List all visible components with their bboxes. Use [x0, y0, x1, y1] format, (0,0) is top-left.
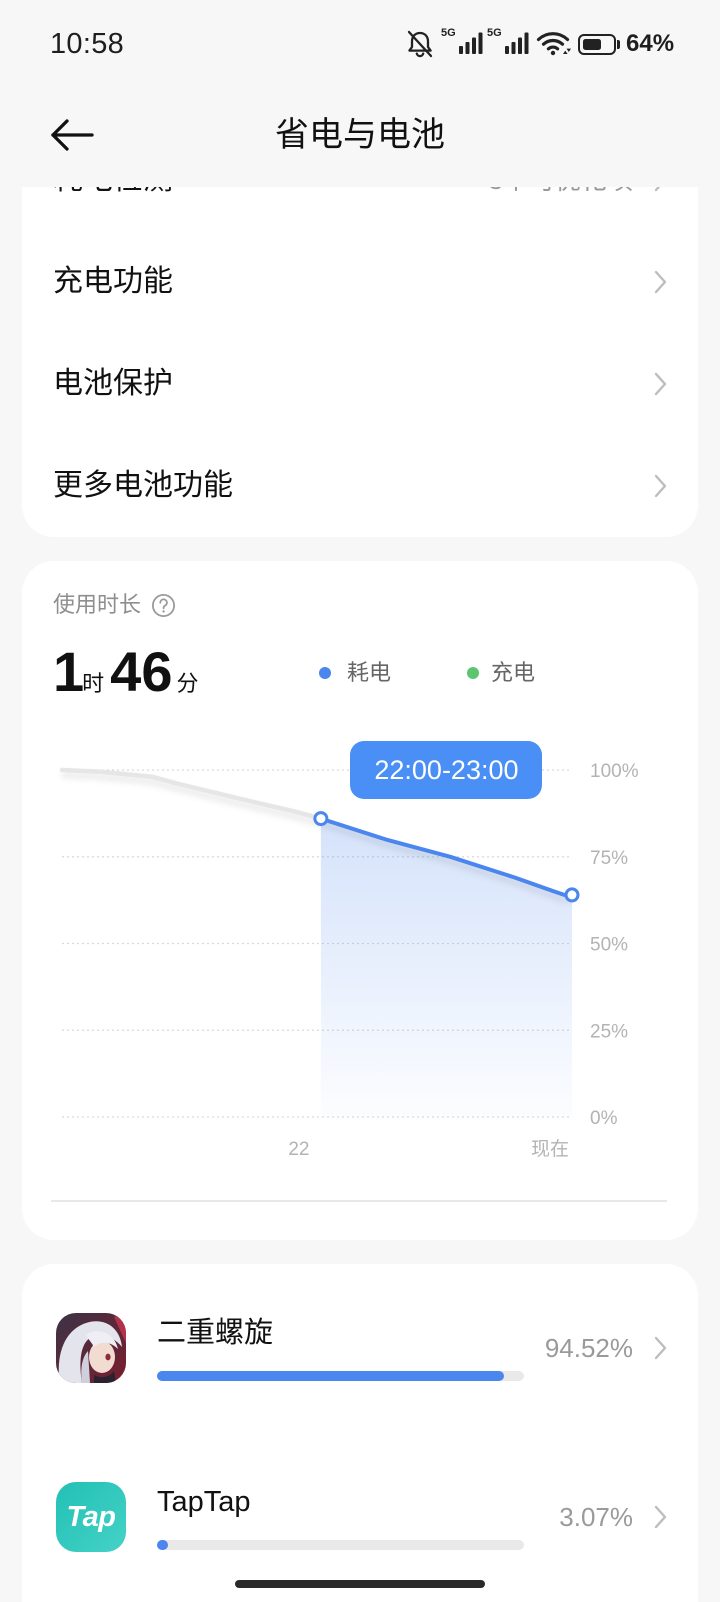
legend-label-consumption: 耗电 [347, 660, 392, 685]
app-usage-percent: 3.07% [559, 1502, 633, 1532]
signal-icon: 5G [487, 27, 531, 57]
battery-nub [617, 40, 620, 49]
settings-item-more-battery[interactable]: 更多电池功能 [22, 435, 698, 537]
battery-percent: 64% [626, 30, 675, 57]
app-usage-item[interactable]: Tap TapTap 3.07% [22, 1433, 698, 1602]
chevron-right-icon [654, 270, 667, 294]
top-bar: 10:58 5G 5G 64% 省电与电池 [0, 0, 720, 187]
app-usage-item[interactable]: 二重螺旋 94.52% [22, 1264, 698, 1433]
duration-hours: 1 [53, 640, 85, 703]
settings-item-label: 电池保护 [53, 367, 173, 400]
battery-level-fill [582, 38, 601, 51]
current-level-point [564, 887, 580, 903]
battery-icon [578, 34, 616, 55]
app-usage-percent: 94.52% [544, 1333, 633, 1363]
y-tick-label: 0% [590, 1108, 618, 1129]
usage-duration-label: 使用时长 [53, 592, 142, 617]
usage-progress-fill [157, 1371, 504, 1381]
y-tick-label: 50% [590, 935, 628, 956]
network-type-label: 5G [441, 27, 456, 39]
question-circle-icon[interactable] [151, 593, 176, 618]
signal-bars-icon [459, 32, 483, 54]
taptap-logo-icon: Tap [56, 1482, 126, 1552]
chevron-right-icon [654, 474, 667, 498]
settings-item-label: 更多电池功能 [53, 469, 233, 502]
y-tick-label: 100% [590, 761, 639, 782]
mute-bell-icon [407, 30, 433, 58]
legend-label-charging: 充电 [491, 660, 536, 685]
status-time: 10:58 [50, 28, 125, 60]
duration-hours-unit: 时 [82, 671, 105, 696]
highlight-start-point [313, 811, 329, 827]
network-type-label: 5G [487, 27, 502, 39]
y-tick-label: 75% [590, 848, 628, 869]
signal-icon: 5G [441, 27, 485, 57]
chevron-right-icon [654, 372, 667, 396]
game-character-icon [56, 1313, 126, 1383]
y-tick-label: 25% [590, 1021, 628, 1042]
usage-duration: 1 时 46 分 [53, 640, 198, 703]
settings-item-label: 充电功能 [53, 265, 173, 298]
selected-hour-tooltip: 22:00-23:00 [350, 741, 543, 799]
divider [51, 1200, 667, 1202]
legend-dot-consumption [319, 667, 331, 679]
settings-item-battery-protection[interactable]: 电池保护 [22, 333, 698, 435]
wifi-icon [536, 32, 571, 56]
home-indicator[interactable] [235, 1580, 485, 1588]
app-name: TapTap [157, 1486, 251, 1518]
duration-minutes: 46 [110, 640, 173, 703]
chevron-right-icon [654, 1505, 667, 1529]
battery-settings-card: 耗电检测 3个可优化项 充电功能 电池保护 更多电池功能 [22, 129, 698, 537]
legend-dot-charging [467, 667, 479, 679]
usage-progress-fill [157, 1540, 169, 1550]
settings-item-charging[interactable]: 充电功能 [22, 231, 698, 333]
app-usage-card: 二重螺旋 94.52% Tap TapTap 3.07% [22, 1264, 698, 1602]
duration-minutes-unit: 分 [176, 671, 199, 696]
signal-bars-icon [505, 32, 529, 54]
x-tick-label: 22 [288, 1139, 309, 1160]
usage-progress-bar [157, 1371, 524, 1381]
x-tick-label: 现在 [531, 1138, 569, 1160]
page-title: 省电与电池 [275, 116, 445, 154]
usage-progress-bar [157, 1540, 524, 1550]
usage-chart-card: 100% 75% 50% 25% 0% 22 现在 使用时长 1 时 46 分 耗电 充电 … [22, 561, 698, 1240]
chevron-right-icon [654, 1336, 667, 1360]
app-name: 二重螺旋 [157, 1317, 274, 1349]
